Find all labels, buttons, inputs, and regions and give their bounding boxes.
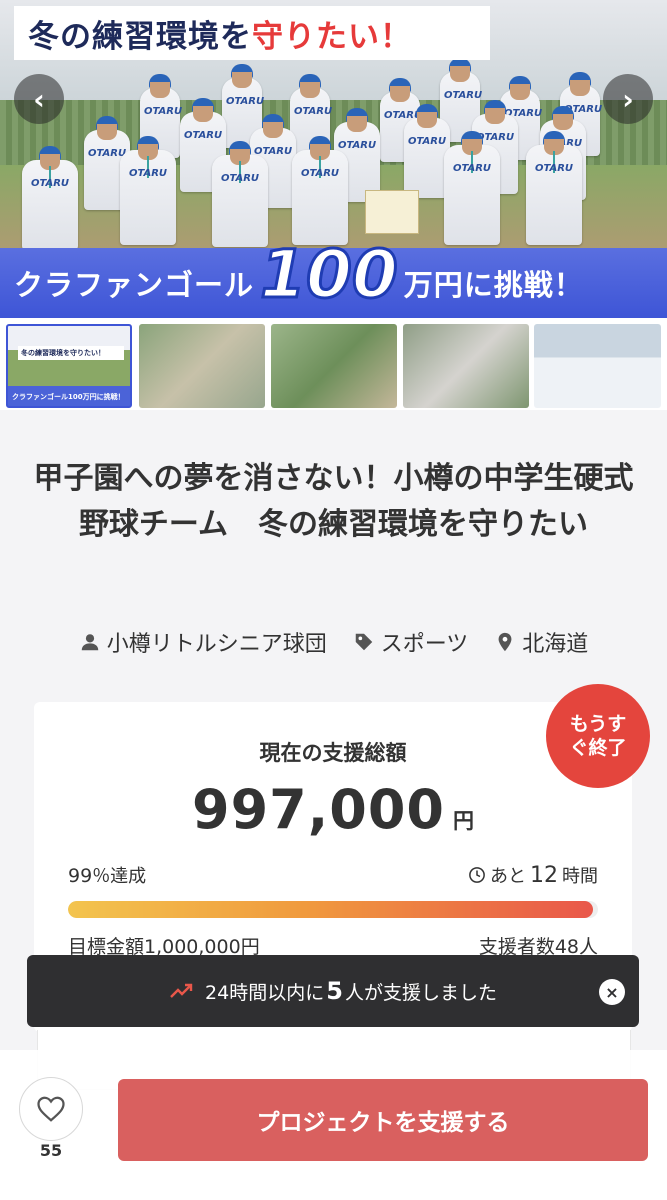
location-pin-icon — [498, 632, 512, 652]
category-name: スポーツ — [380, 632, 469, 657]
total-unit: 円 — [452, 809, 474, 833]
page: OTARU OTARU OTARU OTARU OTARU OTARU OTAR… — [0, 0, 667, 1200]
player: OTARU — [526, 131, 582, 245]
favorite-button[interactable] — [19, 1077, 83, 1141]
total-label: 現在の支援総額 — [259, 741, 407, 765]
thumbnail-2[interactable] — [139, 324, 265, 408]
owner-name: 小樽リトルシニア球団 — [106, 632, 327, 657]
thumbnail-5[interactable] — [534, 324, 661, 408]
meta-category[interactable]: スポーツ — [353, 626, 469, 658]
heart-icon — [37, 1096, 65, 1122]
player: OTARU — [444, 131, 500, 245]
banner-suffix: 万円に挑戦！ — [403, 268, 584, 302]
favorite-count: 55 — [39, 1141, 63, 1160]
player: OTARU — [120, 136, 176, 245]
toast-suffix: 人が支援しました — [344, 981, 497, 1004]
ending-soon-badge: もうすぐ終了 — [546, 684, 650, 788]
player: OTARU — [22, 146, 78, 250]
banner-prefix: クラファンゴール — [14, 268, 255, 302]
trending-up-icon — [170, 983, 193, 998]
prev-slide-button[interactable]: ‹ — [14, 74, 64, 124]
hero-title-accent: 守りたい！ — [252, 18, 412, 55]
meta-owner[interactable]: 小樽リトルシニア球団 — [79, 626, 327, 658]
project-meta: 小樽リトルシニア球団 スポーツ 北海道 — [0, 626, 667, 658]
hero-title-main: 冬の練習環境を — [28, 18, 252, 55]
player: OTARU — [292, 136, 348, 245]
toast-close-button[interactable]: × — [599, 979, 625, 1005]
chevron-left-icon: ‹ — [33, 82, 45, 116]
clock-icon — [469, 867, 485, 883]
chevron-right-icon: › — [622, 82, 634, 116]
thumbnail-title: 冬の練習環境を守りたい！ — [18, 346, 124, 360]
time-remaining: あと 12 時間 — [468, 862, 598, 888]
user-icon — [81, 634, 98, 651]
total-amount: 997,000 — [192, 778, 445, 841]
player: OTARU — [212, 141, 268, 247]
support-project-button[interactable]: プロジェクトを支援する — [118, 1079, 648, 1161]
next-slide-button[interactable]: › — [603, 74, 653, 124]
toast-prefix: 24時間以内に — [205, 981, 325, 1004]
hero-image[interactable]: OTARU OTARU OTARU OTARU OTARU OTARU OTAR… — [0, 0, 667, 318]
progress-fill — [68, 901, 593, 918]
thumbnail-3[interactable] — [271, 324, 397, 408]
thumbnail-4[interactable] — [403, 324, 529, 408]
thumbnail-1[interactable]: 冬の練習環境を守りたい！ クラファンゴール100万円に挑戦！ — [6, 324, 132, 408]
progress-bar — [68, 901, 598, 918]
close-icon: × — [605, 982, 619, 1002]
thumbnail-banner: クラファンゴール100万円に挑戦！ — [12, 393, 125, 401]
progress-stats: 99％達成 あと 12 時間 — [68, 862, 598, 888]
meta-region[interactable]: 北海道 — [494, 626, 588, 658]
toast-count: 5 — [326, 977, 343, 1005]
region-name: 北海道 — [522, 632, 589, 657]
support-toast: 24時間以内に 5 人が支援しました — [27, 955, 639, 1027]
hero-goal-banner: クラファンゴール 100 万円に挑戦！ — [0, 240, 667, 318]
banner-number: 100 — [259, 236, 400, 313]
certificate — [365, 190, 419, 234]
project-title: 甲子園への夢を消さない！小樽の中学生硬式野球チーム 冬の練習環境を守りたい — [33, 461, 634, 542]
hero-title: 冬の練習環境を 守りたい！ — [14, 6, 490, 60]
total-value: 997,000 円 — [34, 778, 632, 841]
thumbnail-strip: 冬の練習環境を守りたい！ クラファンゴール100万円に挑戦！ — [0, 318, 667, 410]
achievement-rate: 99％達成 — [68, 865, 147, 887]
tag-icon — [355, 633, 372, 651]
